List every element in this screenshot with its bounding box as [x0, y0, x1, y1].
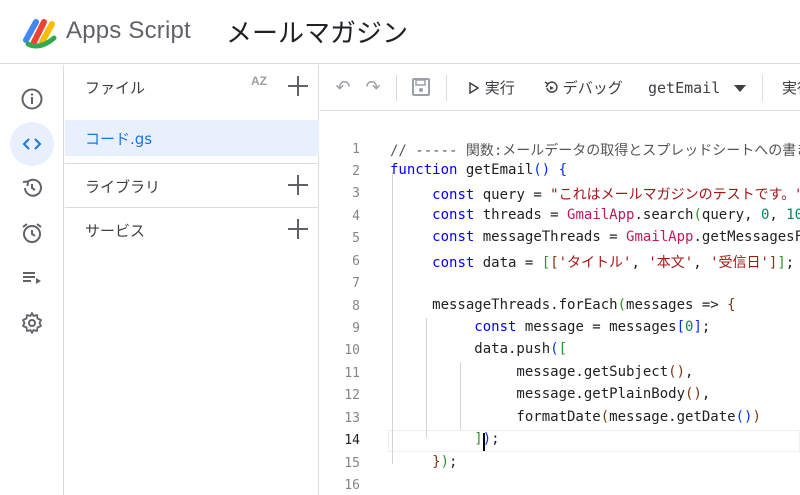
- code-line: message.getSubject(),: [390, 364, 694, 380]
- run-button[interactable]: 実行: [468, 77, 515, 98]
- info-icon: [21, 88, 43, 110]
- nav-editor[interactable]: [10, 122, 54, 166]
- alarm-icon: [22, 223, 42, 243]
- code-line: function getEmail() {: [390, 162, 568, 178]
- redo-icon[interactable]: ↷: [362, 76, 384, 98]
- line-number: 9: [352, 321, 360, 336]
- apps-script-logo[interactable]: [22, 14, 58, 50]
- debug-button[interactable]: デバッグ: [542, 77, 623, 98]
- code-icon: [22, 138, 42, 150]
- files-label: ファイル: [85, 79, 146, 97]
- code-line: const query = "これはメールマガジンのテストです。";: [432, 187, 800, 203]
- file-panel: ファイル AZ コード.gs ライブラリ サービス: [65, 65, 319, 495]
- line-number: 13: [344, 411, 360, 426]
- gear-icon: [22, 312, 42, 334]
- play-icon: [469, 81, 480, 95]
- code-line: messageThreads.forEach(messages => {: [390, 297, 736, 313]
- line-number: 8: [352, 299, 360, 314]
- add-service-icon[interactable]: [287, 218, 309, 240]
- line-number: 11: [344, 366, 360, 381]
- code-line: formatDate(message.getDate()): [390, 409, 761, 425]
- code-editor[interactable]: 1 2 3 4 5 6 7 8 9 10 11 12 13 14 15 16 /…: [320, 112, 800, 495]
- toolbar-separator: [762, 75, 763, 101]
- line-number-current: 14: [344, 433, 360, 448]
- code-line: data.push([: [390, 341, 568, 357]
- code-line: // ----- 関数:メールデータの取得とスプレッドシートへの書き込み: [390, 143, 800, 159]
- left-nav: [0, 65, 64, 495]
- function-select[interactable]: getEmail: [648, 79, 720, 97]
- line-number: 2: [352, 164, 360, 179]
- line-number: 3: [352, 186, 360, 201]
- playlist-icon: [23, 272, 41, 284]
- files-header: ファイル AZ: [65, 65, 319, 109]
- debug-icon: [544, 81, 558, 93]
- line-number: 5: [352, 231, 360, 246]
- add-library-icon[interactable]: [287, 174, 309, 196]
- run-label: 実行: [484, 79, 515, 97]
- toolbar-separator: [396, 75, 397, 101]
- file-item-code-gs[interactable]: コード.gs: [65, 120, 319, 156]
- code-line: const threads = GmailApp.search(query, 0…: [432, 207, 800, 223]
- code-line: });: [432, 454, 458, 470]
- line-number: 10: [344, 343, 360, 358]
- line-number: 15: [344, 456, 360, 471]
- line-number: 7: [352, 276, 360, 291]
- undo-icon[interactable]: ↶: [332, 76, 354, 98]
- line-number: 6: [352, 254, 360, 269]
- libraries-label: ライブラリ: [85, 178, 161, 196]
- add-file-icon[interactable]: [287, 75, 309, 97]
- nav-executions[interactable]: [10, 256, 54, 300]
- project-title[interactable]: メールマガジン: [226, 13, 408, 50]
- services-label: サービス: [85, 222, 146, 240]
- line-number: 4: [352, 209, 360, 224]
- nav-history[interactable]: [10, 166, 54, 210]
- code-line: const message = messages[0];: [474, 319, 711, 335]
- app-name[interactable]: Apps Script: [66, 17, 191, 45]
- nav-overview[interactable]: [10, 77, 54, 121]
- line-number: 1: [352, 142, 360, 157]
- save-icon[interactable]: [410, 76, 432, 98]
- chevron-down-icon[interactable]: [734, 85, 746, 92]
- top-bar: Apps Script メールマガジン: [0, 0, 800, 64]
- nav-settings[interactable]: [10, 301, 54, 345]
- toolbar-separator: [446, 75, 447, 101]
- services-row: サービス: [65, 208, 319, 252]
- file-name: コード.gs: [85, 130, 153, 148]
- debug-label: デバッグ: [562, 79, 623, 97]
- editor-toolbar: ↶ ↷ 実行 デバッグ getEmail 実行: [320, 65, 800, 111]
- code-line: const data = [['タイトル', '本文', '受信日']];: [432, 255, 795, 271]
- code-line: const messageThreads = GmailApp.getMessa…: [432, 229, 800, 245]
- execution-log-button[interactable]: 実行: [782, 77, 800, 98]
- nav-triggers[interactable]: [10, 211, 54, 255]
- text-cursor: [483, 433, 485, 451]
- line-number: 12: [344, 388, 360, 403]
- libraries-row: ライブラリ: [65, 164, 319, 208]
- line-number: 16: [344, 478, 360, 493]
- code-line: message.getPlainBody(),: [390, 386, 711, 402]
- history-icon: [22, 178, 42, 197]
- sort-az-icon[interactable]: AZ: [251, 75, 273, 87]
